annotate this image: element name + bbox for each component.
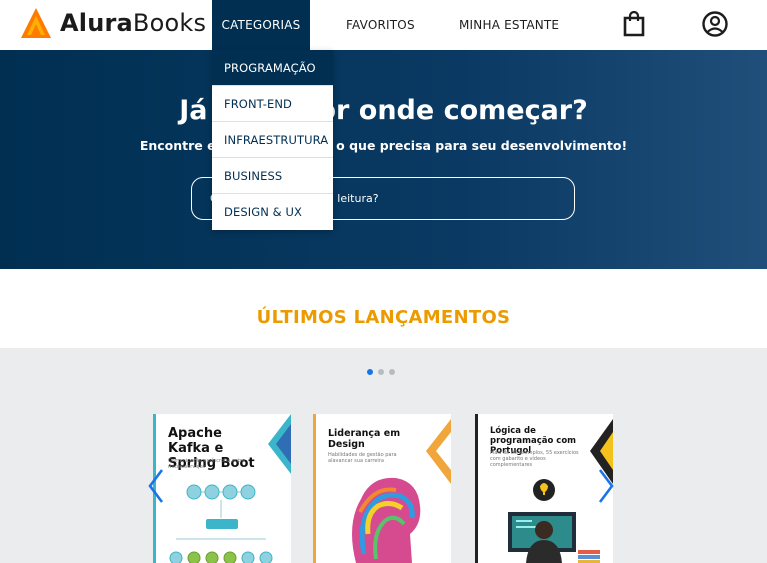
book-card[interactable]: Apache Kafka e Spring Boot Comunicação a… [153,414,291,563]
chevron-right-icon[interactable] [596,466,616,506]
header: AluraBooks CATEGORIAS FAVORITOS MINHA ES… [0,0,767,50]
dropdown-item-business[interactable]: BUSINESS [212,158,333,194]
book-subtitle: Mais de 80 exemplos, 55 exercícios com g… [490,450,579,468]
carousel-dots [367,369,395,375]
book-card[interactable]: Lógica de programação com Portugol Mais … [475,414,613,563]
chevron-left-icon[interactable] [146,466,166,506]
banner-title: Já sabe por onde começar? [179,95,588,126]
nav-categorias[interactable]: CATEGORIAS [212,0,310,50]
nav-minha-estante[interactable]: MINHA ESTANTE [459,0,559,50]
banner-subtitle: Encontre em nossa estante o que precisa … [139,138,628,153]
book-card[interactable]: Liderança em Design Habilidades de gestã… [313,414,451,563]
section-title: ÚLTIMOS LANÇAMENTOS [256,307,511,328]
hero-banner: Já sabe por onde começar? Encontre em no… [0,50,767,269]
book-subtitle: Comunicação assíncrona entre microsservi… [168,458,246,470]
user-circle-icon[interactable] [702,11,728,37]
logo-text: AluraBooks [60,9,207,37]
logo[interactable]: AluraBooks [20,6,206,40]
dropdown-item-infraestrutura[interactable]: INFRAESTRUTURA [212,122,333,158]
dropdown-item-programacao[interactable]: PROGRAMAÇÃO [212,50,333,86]
categories-dropdown: PROGRAMAÇÃO FRONT-END INFRAESTRUTURA BUS… [212,50,333,230]
dropdown-item-front-end[interactable]: FRONT-END [212,86,333,122]
book-carousel: Apache Kafka e Spring Boot Comunicação a… [0,348,767,563]
carousel-dot[interactable] [367,369,373,375]
nav-favoritos[interactable]: FAVORITOS [346,0,415,50]
carousel-dot[interactable] [389,369,395,375]
carousel-dot[interactable] [378,369,384,375]
shopping-bag-icon[interactable] [622,11,646,37]
dropdown-item-design-ux[interactable]: DESIGN & UX [212,194,333,230]
book-subtitle: Habilidades de gestão para alavancar sua… [328,452,397,464]
alura-logo-icon [21,8,51,38]
book-title: Liderança em Design [328,428,401,450]
